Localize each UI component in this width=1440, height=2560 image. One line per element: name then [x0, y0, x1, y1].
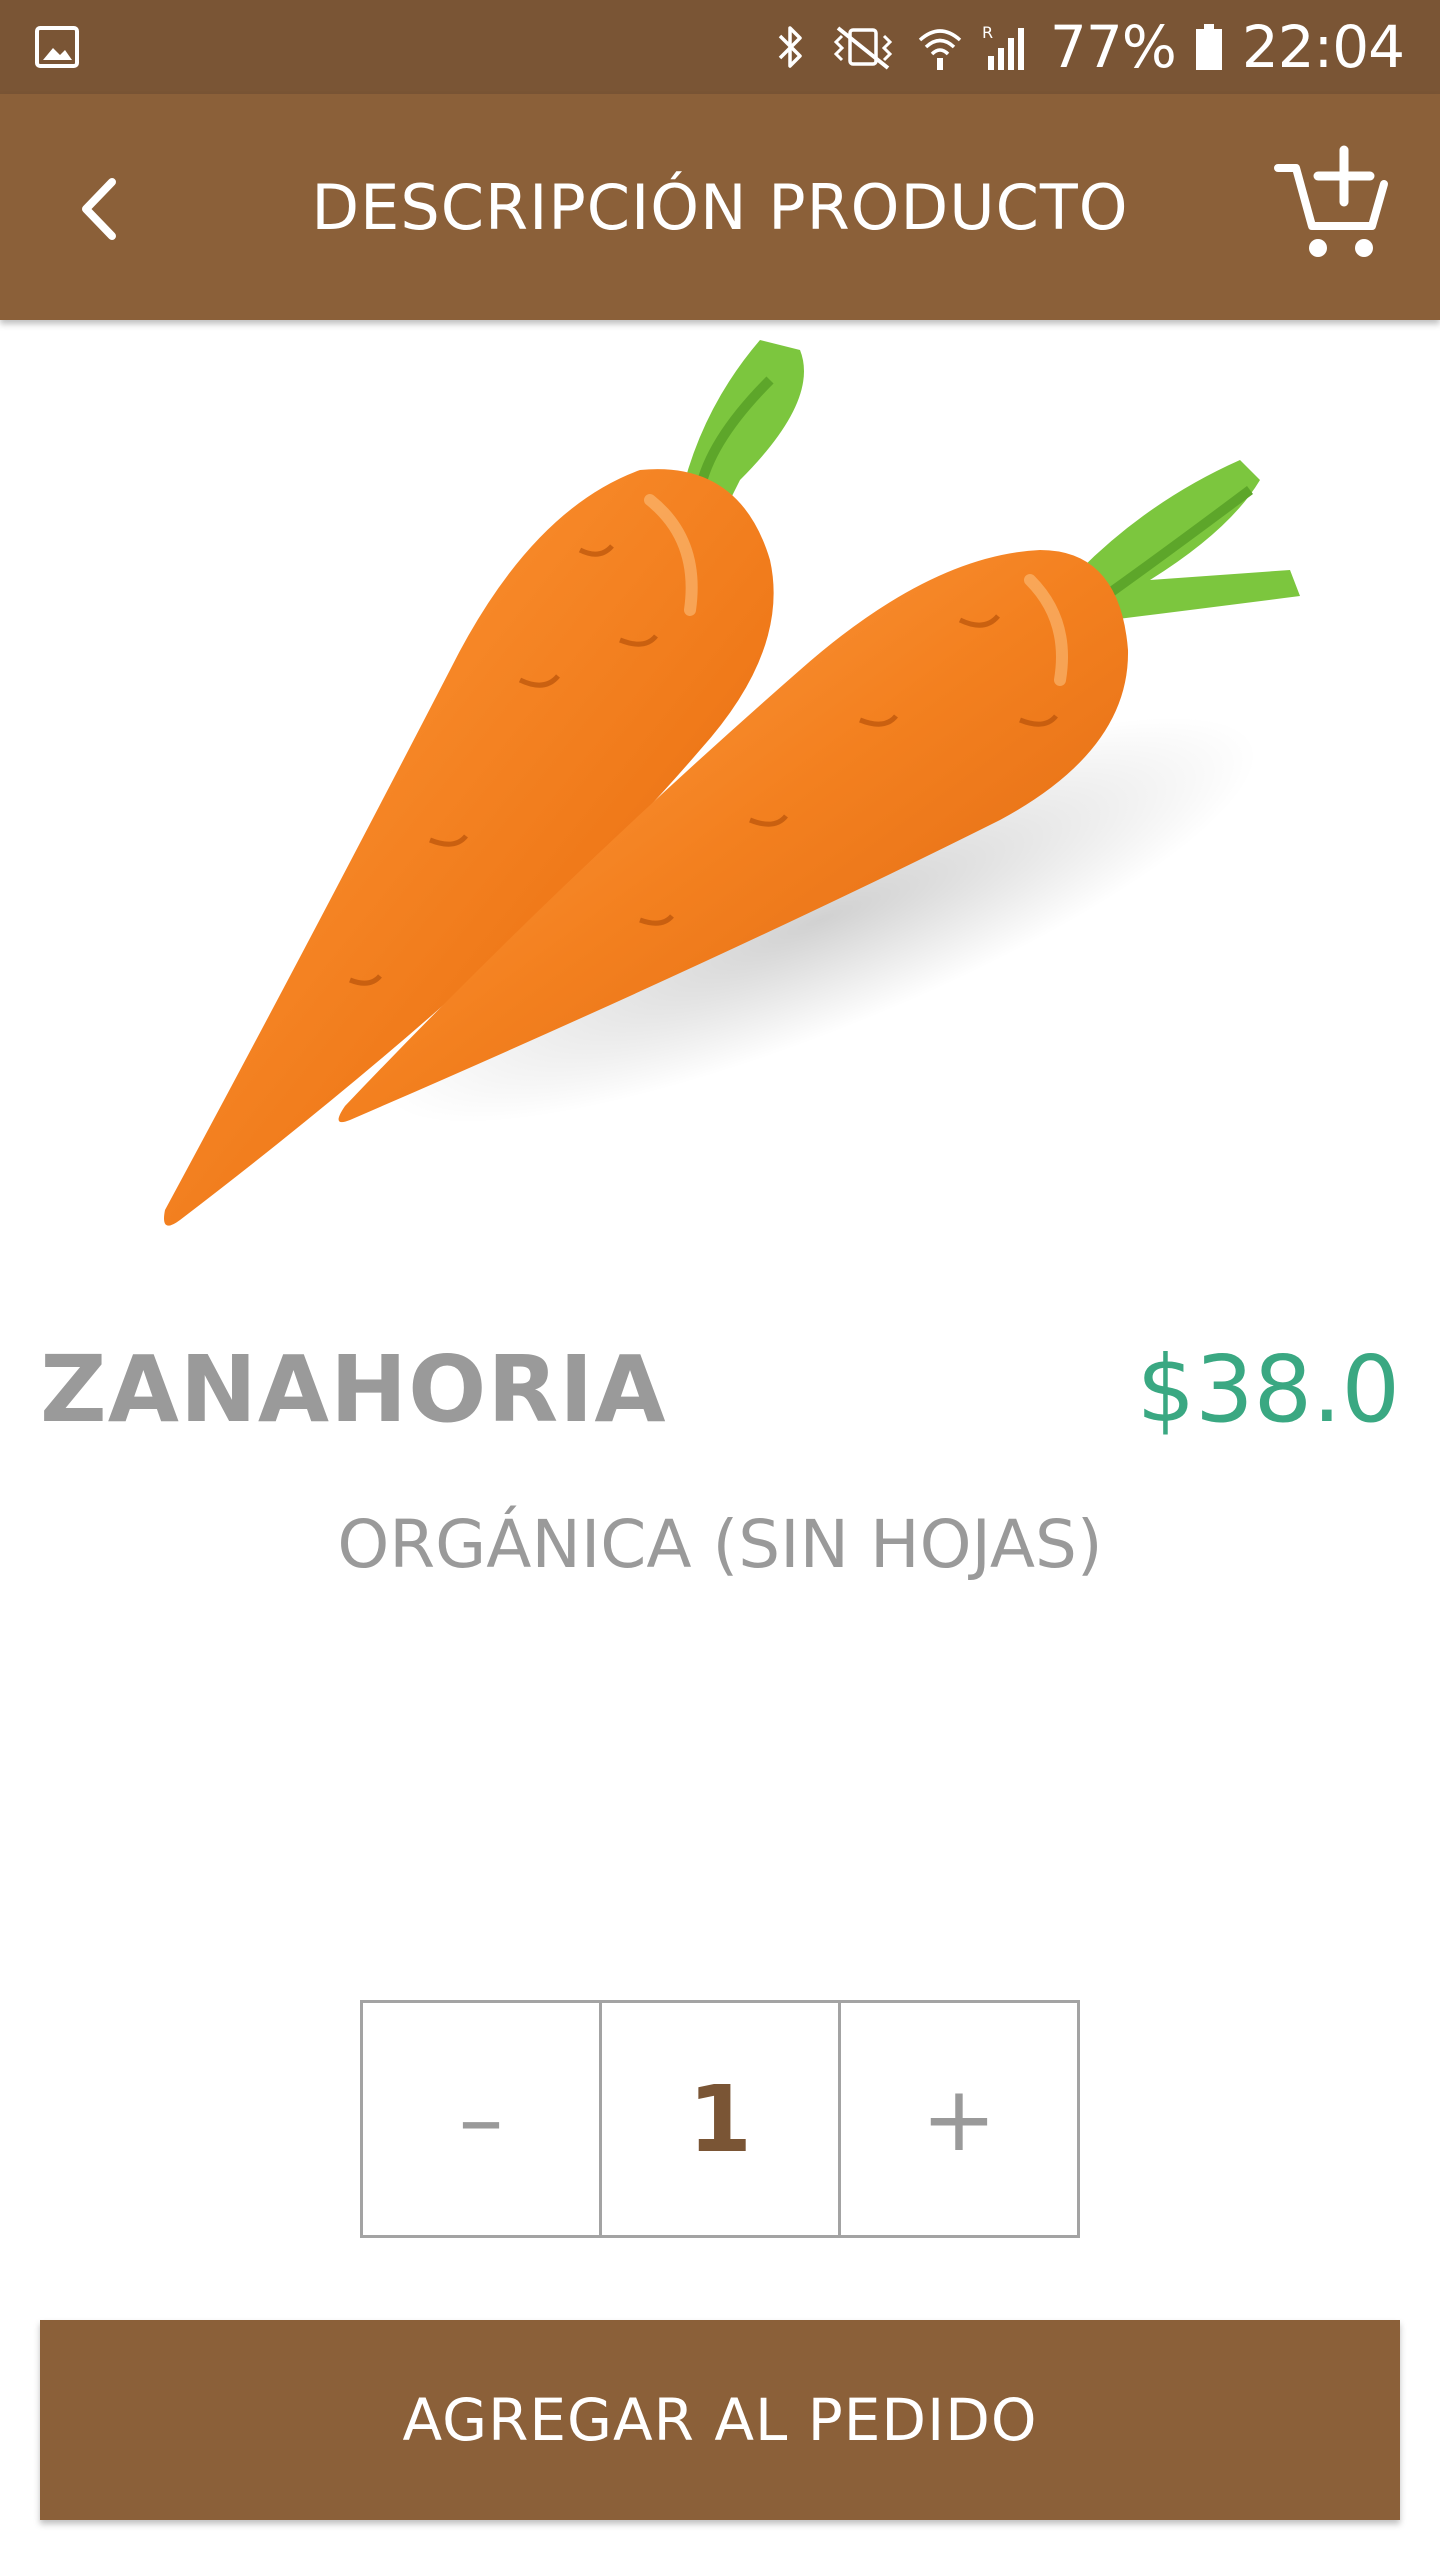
status-bar: R 77% 22:04 — [0, 0, 1440, 94]
add-to-order-button[interactable]: AGREGAR AL PEDIDO — [40, 2320, 1400, 2520]
quantity-stepper: – 1 + — [360, 2000, 1080, 2238]
status-indicators: R 77% 22:04 — [770, 0, 1405, 94]
battery-percent: 77% — [1049, 13, 1177, 81]
gallery-icon — [35, 26, 79, 68]
battery-icon — [1195, 24, 1222, 70]
page-title: DESCRIPCIÓN PRODUCTO — [311, 170, 1129, 244]
decrement-button[interactable]: – — [363, 2003, 599, 2235]
quantity-value: 1 — [599, 2003, 838, 2235]
add-to-cart-button[interactable] — [1272, 144, 1392, 264]
product-image — [164, 340, 1300, 1226]
add-to-cart-icon — [1274, 145, 1388, 257]
app-bar: DESCRIPCIÓN PRODUCTO — [0, 94, 1440, 320]
signal-icon: R — [982, 23, 1024, 70]
vibrate-icon — [833, 26, 893, 70]
product-subtitle: ORGÁNICA (SIN HOJAS) — [337, 1506, 1103, 1583]
clock: 22:04 — [1241, 13, 1405, 81]
bluetooth-icon — [778, 26, 802, 68]
product-name: ZANAHORIA — [40, 1336, 667, 1443]
wifi-icon — [918, 29, 962, 70]
product-price: $38.0 — [1136, 1336, 1400, 1443]
svg-text:R: R — [982, 23, 993, 42]
increment-button[interactable]: + — [838, 2003, 1077, 2235]
